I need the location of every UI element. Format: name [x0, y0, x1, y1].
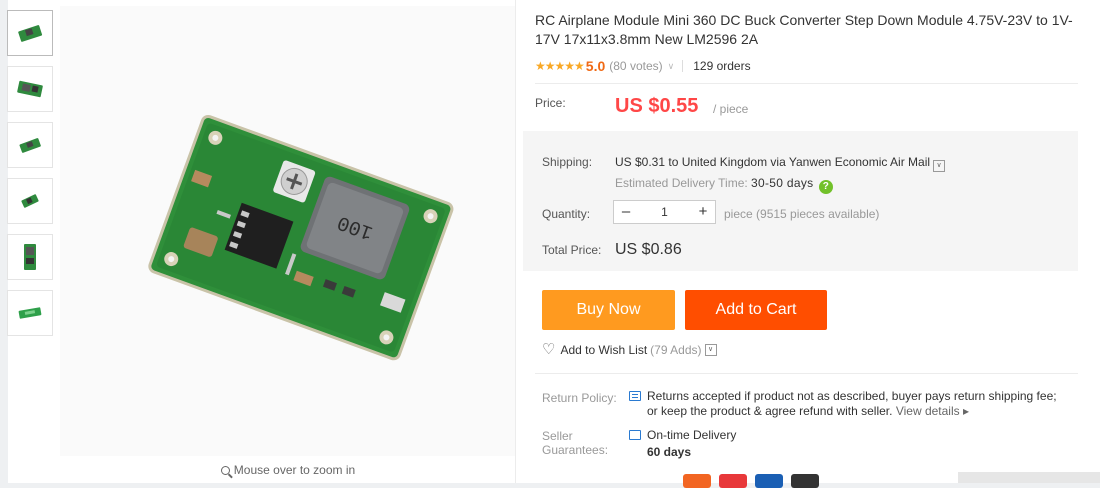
estimate-label: Estimated Delivery Time: [615, 176, 748, 190]
thumbnail-2[interactable] [7, 66, 53, 112]
thumbnail-5[interactable] [7, 234, 53, 280]
price-unit: / piece [713, 102, 749, 116]
amex-icon [755, 474, 783, 488]
delivery-days: 60 days [647, 445, 692, 459]
guarantees-label-line1: Seller [542, 429, 573, 443]
wishlist-count: (79 Adds) [650, 343, 702, 357]
shipping-method[interactable]: US $0.31 to United Kingdom via Yanwen Ec… [615, 155, 946, 172]
maestro-icon [719, 474, 747, 488]
return-policy-line2: or keep the product & agree refund with … [647, 404, 893, 418]
order-count: 129 orders [693, 59, 751, 73]
zoom-hint-text: Mouse over to zoom in [233, 463, 356, 477]
estimate-value: 30-50 days [751, 176, 814, 190]
delivery-truck-icon [629, 430, 641, 440]
divider [535, 373, 1078, 374]
mastercard-icon [683, 474, 711, 488]
view-details-link[interactable]: View details ▸ [896, 404, 969, 418]
guarantees-label-line2: Guarantees: [542, 443, 609, 457]
thumbnail-list [7, 10, 55, 346]
quantity-increase-button[interactable]: + [691, 201, 715, 223]
scroll-bar [958, 472, 1100, 483]
thumbnail-3[interactable] [7, 122, 53, 168]
price-label: Price: [535, 96, 566, 110]
shipping-panel [523, 131, 1078, 271]
zoom-hint: Mouse over to zoom in [60, 463, 516, 477]
return-policy-line1: Returns accepted if product not as descr… [647, 389, 1057, 403]
payment-methods [683, 474, 819, 488]
shipping-label: Shipping: [542, 155, 593, 169]
product-title: RC Airplane Module Mini 360 DC Buck Conv… [535, 12, 1073, 47]
add-to-cart-button[interactable]: Add to Cart [685, 290, 827, 330]
return-policy-label: Return Policy: [542, 391, 617, 405]
rating-row: ★★★★★ 5.0 (80 votes) ∨ 129 orders [535, 58, 751, 74]
delivery-estimate: Estimated Delivery Time: 30-50 days ? [615, 176, 833, 194]
thumbnail-1[interactable] [7, 10, 53, 56]
buy-now-button[interactable]: Buy Now [542, 290, 675, 330]
magnifier-icon [220, 466, 230, 475]
divider [515, 0, 516, 483]
quantity-stepper: – 1 + [613, 200, 716, 224]
add-to-wishlist[interactable]: ♡ Add to Wish List (79 Adds) ∨ [542, 342, 717, 357]
return-policy-text: Returns accepted if product not as descr… [647, 389, 1077, 419]
return-policy-icon [629, 391, 641, 401]
price-value: US $0.55 [615, 95, 699, 117]
quantity-decrease-button[interactable]: – [614, 201, 638, 223]
star-rating-icon: ★★★★★ [535, 59, 585, 73]
separator [682, 60, 684, 72]
thumbnail-4[interactable] [7, 178, 53, 224]
wu-icon [791, 474, 819, 488]
thumbnail-6[interactable] [7, 290, 53, 336]
heart-icon[interactable]: ♡ [542, 342, 555, 357]
vote-count[interactable]: (80 votes) [609, 59, 662, 73]
shipping-method-text[interactable]: US $0.31 to United Kingdom via Yanwen Ec… [615, 155, 930, 169]
chevron-down-icon[interactable]: ∨ [704, 344, 717, 356]
rating-score[interactable]: 5.0 [586, 58, 605, 74]
chevron-down-icon[interactable]: ∨ [668, 61, 675, 72]
total-price-value: US $0.86 [615, 241, 682, 258]
quantity-availability: piece (9515 pieces available) [724, 207, 880, 221]
help-icon[interactable]: ? [818, 180, 833, 194]
quantity-label: Quantity: [542, 207, 591, 221]
seller-guarantees-label: Seller Guarantees: [542, 429, 608, 457]
on-time-delivery[interactable]: On-time Delivery [647, 428, 736, 442]
wishlist-label[interactable]: Add to Wish List [560, 343, 647, 357]
main-product-image[interactable]: 100 [60, 6, 516, 456]
divider [535, 83, 1078, 84]
total-price-label: Total Price: [542, 243, 602, 257]
quantity-input[interactable]: 1 [638, 201, 691, 223]
chevron-down-icon[interactable]: ∨ [933, 160, 946, 172]
